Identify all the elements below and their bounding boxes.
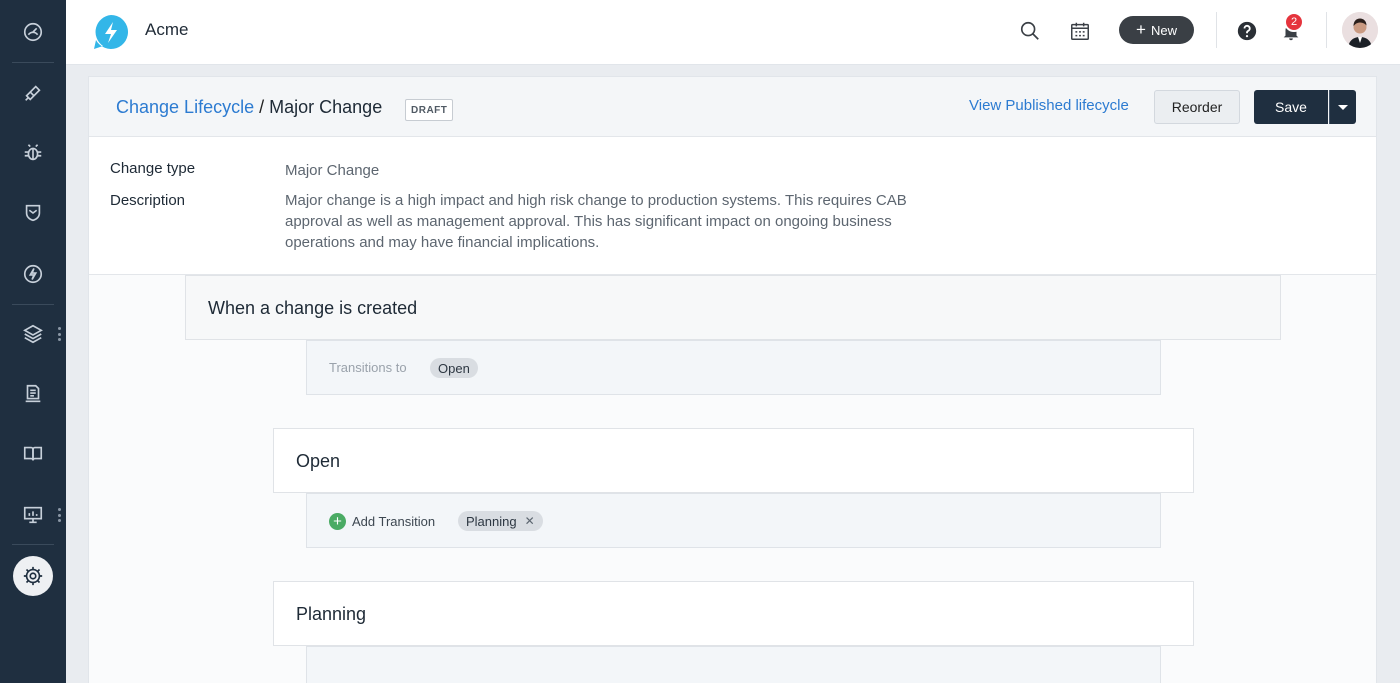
problems-icon <box>24 144 42 161</box>
calendar-icon <box>1071 22 1089 40</box>
breadcrumb-current: Major Change <box>269 97 383 117</box>
sidebar-item-analytics[interactable] <box>0 490 66 540</box>
avatar-icon <box>1342 12 1378 48</box>
changes-icon <box>25 204 41 222</box>
new-button[interactable]: + New <box>1119 16 1194 44</box>
left-sidebar <box>0 0 66 683</box>
lifecycle-card: Change Lifecycle / Major Change DRAFT Vi… <box>88 76 1377 683</box>
sidebar-item-releases[interactable] <box>0 249 66 299</box>
solutions-icon <box>23 446 43 461</box>
transition-chip-label: Planning <box>466 513 517 529</box>
tickets-icon <box>25 85 41 101</box>
planning-transitions <box>306 646 1161 683</box>
sidebar-item-problems[interactable] <box>0 128 66 178</box>
acme-logo-icon <box>94 15 128 49</box>
breadcrumb-parent-link[interactable]: Change Lifecycle <box>116 97 254 117</box>
dashboard-icon <box>23 22 43 42</box>
breadcrumb: Change Lifecycle / Major Change <box>116 97 382 118</box>
help-button[interactable] <box>1232 16 1262 46</box>
transition-chip-label: Open <box>438 360 470 376</box>
transition-chip-open[interactable]: Open <box>430 358 478 378</box>
sidebar-item-dashboard[interactable] <box>0 7 66 57</box>
add-transition-label: Add Transition <box>352 514 436 529</box>
analytics-more-dots[interactable] <box>58 508 61 522</box>
change-type-label: Change type <box>110 160 196 177</box>
new-button-label: New <box>1150 22 1177 38</box>
releases-icon <box>23 264 43 284</box>
trigger-state-card[interactable]: When a change is created <box>185 275 1281 340</box>
reorder-button[interactable]: Reorder <box>1154 90 1240 124</box>
breadcrumb-separator: / <box>259 97 265 117</box>
status-badge: DRAFT <box>405 99 454 121</box>
contracts-icon <box>25 384 41 403</box>
change-type-value: Major Change <box>285 162 380 179</box>
description-label: Description <box>110 192 186 209</box>
sidebar-item-contracts[interactable] <box>0 369 66 419</box>
save-options-dropdown[interactable] <box>1329 90 1356 124</box>
user-avatar[interactable] <box>1342 12 1378 48</box>
description-value: Major change is a high impact and high r… <box>285 192 907 251</box>
save-button[interactable]: Save <box>1254 90 1328 124</box>
transitions-to-label: Transitions to <box>329 360 407 375</box>
app-title: Acme <box>145 20 189 39</box>
state-card-open[interactable]: Open <box>273 428 1194 493</box>
state-card-planning[interactable]: Planning <box>273 581 1194 646</box>
plus-icon: + <box>1136 20 1146 39</box>
assets-more-dots[interactable] <box>58 327 61 341</box>
search-button[interactable] <box>1015 16 1045 46</box>
trigger-transitions: Transitions to Open <box>306 340 1161 395</box>
state-title-planning: Planning <box>296 604 367 624</box>
search-icon <box>1020 21 1039 40</box>
analytics-icon <box>23 506 43 524</box>
sidebar-item-solutions[interactable] <box>0 429 66 479</box>
notification-badge: 2 <box>1284 12 1304 32</box>
top-header: Acme + New 2 <box>66 0 1400 65</box>
sidebar-item-admin[interactable] <box>13 556 53 596</box>
transition-chip-planning[interactable]: Planning ✕ <box>458 511 543 531</box>
sidebar-item-assets[interactable] <box>0 309 66 359</box>
lifecycle-flow: When a change is created Transitions to … <box>89 274 1376 683</box>
view-published-link[interactable]: View Published lifecycle <box>969 97 1129 114</box>
state-title-open: Open <box>296 451 341 471</box>
sidebar-item-tickets[interactable] <box>0 68 66 118</box>
card-header: Change Lifecycle / Major Change DRAFT Vi… <box>89 77 1376 137</box>
assets-icon <box>23 324 43 344</box>
admin-settings-icon <box>23 566 43 586</box>
trigger-title: When a change is created <box>208 298 418 318</box>
sidebar-item-changes[interactable] <box>0 188 66 238</box>
caret-down-icon <box>1338 104 1348 110</box>
add-transition-button[interactable]: + Add Transition <box>329 513 435 530</box>
add-circle-icon: + <box>329 513 346 530</box>
help-icon <box>1237 21 1257 41</box>
calendar-button[interactable] <box>1065 16 1095 46</box>
open-transitions: + Add Transition Planning ✕ <box>306 493 1161 548</box>
remove-transition-icon[interactable]: ✕ <box>525 514 535 528</box>
